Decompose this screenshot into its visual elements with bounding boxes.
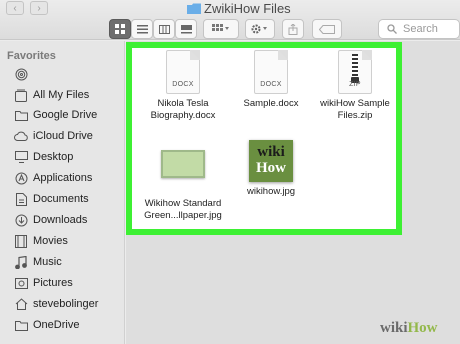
file-extension-label: DOCX (260, 81, 282, 88)
sidebar-item-label: OneDrive (33, 319, 80, 331)
sidebar-item-music[interactable]: Music (0, 252, 125, 272)
sidebar-item-label: All My Files (33, 89, 90, 101)
file-name: Wikihow Standard Green...llpaper.jpg (144, 198, 222, 221)
file-item[interactable]: wiki How wikihow.jpg (216, 140, 326, 198)
file-extension-label: DOCX (172, 81, 194, 88)
desktop-icon (14, 150, 28, 164)
tags-button[interactable] (312, 19, 342, 39)
gear-icon (251, 24, 267, 34)
pictures-icon (14, 276, 28, 290)
column-view-button[interactable] (153, 19, 175, 39)
home-icon (14, 297, 28, 311)
folder-icon (14, 108, 28, 122)
list-icon (136, 24, 148, 33)
sidebar: Favorites All My Files Google Drive iClo… (0, 41, 125, 344)
documents-icon (14, 192, 28, 206)
back-button[interactable]: ‹ (6, 1, 24, 15)
folder-icon (14, 318, 28, 332)
cloud-icon (14, 129, 28, 143)
wikihow-watermark: wikiHow (380, 320, 438, 337)
tag-icon (319, 24, 335, 34)
forward-button[interactable]: › (30, 1, 48, 15)
sidebar-item-label: Movies (33, 235, 68, 247)
sidebar-item-label: Applications (33, 172, 93, 184)
file-extension-label: ZIP (349, 81, 361, 88)
sidebar-item-movies[interactable]: Movies (0, 231, 125, 251)
sidebar-item-label: Desktop (33, 151, 74, 163)
sidebar-item-applications[interactable]: Applications (0, 168, 125, 188)
share-icon (288, 23, 298, 35)
file-name: wikiHow Sample Files.zip (320, 98, 390, 121)
arrange-button[interactable] (203, 19, 239, 39)
title-bar: ‹ › ZwikiHow Files Search (0, 0, 460, 40)
search-input[interactable]: Search (378, 19, 460, 39)
zip-file-icon: ZIP (338, 50, 372, 94)
thumb-text-line2: How (256, 160, 286, 176)
cover-flow-icon (180, 24, 192, 33)
share-button[interactable] (282, 19, 304, 39)
folder-icon (187, 3, 201, 14)
sidebar-item-home[interactable]: stevebolinger (0, 294, 125, 314)
music-icon (14, 255, 28, 269)
docx-file-icon: DOCX (166, 50, 200, 94)
green-wallpaper-thumbnail (161, 150, 205, 178)
sidebar-item-onedrive[interactable]: OneDrive (0, 315, 125, 335)
applications-icon (14, 171, 28, 185)
nav-buttons: ‹ › (6, 1, 48, 15)
all-files-icon (14, 88, 28, 102)
file-item[interactable]: ZIP wikiHow Sample Files.zip (300, 50, 410, 122)
docx-file-icon: DOCX (254, 50, 288, 94)
zipper-graphic (352, 54, 358, 78)
sidebar-item-label: Google Drive (33, 109, 98, 121)
icon-view-button[interactable] (109, 19, 131, 39)
sidebar-item-documents[interactable]: Documents (0, 189, 125, 209)
wikihow-logo-thumbnail: wiki How (249, 140, 293, 182)
cover-flow-button[interactable] (175, 19, 197, 39)
columns-icon (158, 24, 170, 34)
movies-icon (14, 234, 28, 248)
sidebar-item-airdrop[interactable] (0, 64, 125, 84)
window-title: ZwikiHow Files (204, 1, 291, 16)
thumb-text-line1: wiki (257, 144, 285, 160)
sidebar-item-google-drive[interactable]: Google Drive (0, 105, 125, 125)
sidebar-item-pictures[interactable]: Pictures (0, 273, 125, 293)
downloads-icon (14, 213, 28, 227)
sidebar-item-label: Documents (33, 193, 89, 205)
sidebar-item-label: iCloud Drive (33, 130, 93, 142)
sidebar-heading: Favorites (7, 50, 56, 62)
sidebar-item-label: Downloads (33, 214, 88, 226)
sidebar-item-icloud-drive[interactable]: iCloud Drive (0, 126, 125, 146)
sidebar-item-desktop[interactable]: Desktop (0, 147, 125, 167)
file-icon-grid: DOCX Nikola Tesla Biography.docx DOCX Sa… (126, 42, 402, 235)
grid-icon (115, 24, 125, 34)
watermark-part2: How (407, 320, 438, 336)
airdrop-icon (14, 67, 28, 81)
list-view-button[interactable] (131, 19, 153, 39)
watermark-part1: wiki (380, 320, 408, 336)
sidebar-item-label: Music (33, 256, 62, 268)
sidebar-item-label: Pictures (33, 277, 73, 289)
sidebar-item-label: stevebolinger (33, 298, 99, 310)
file-name: wikihow.jpg (246, 186, 296, 197)
arrange-icon (212, 24, 229, 31)
search-icon (387, 24, 397, 34)
sidebar-item-all-my-files[interactable]: All My Files (0, 85, 125, 105)
action-button[interactable] (245, 19, 275, 39)
search-placeholder: Search (403, 23, 438, 35)
sidebar-item-downloads[interactable]: Downloads (0, 210, 125, 230)
